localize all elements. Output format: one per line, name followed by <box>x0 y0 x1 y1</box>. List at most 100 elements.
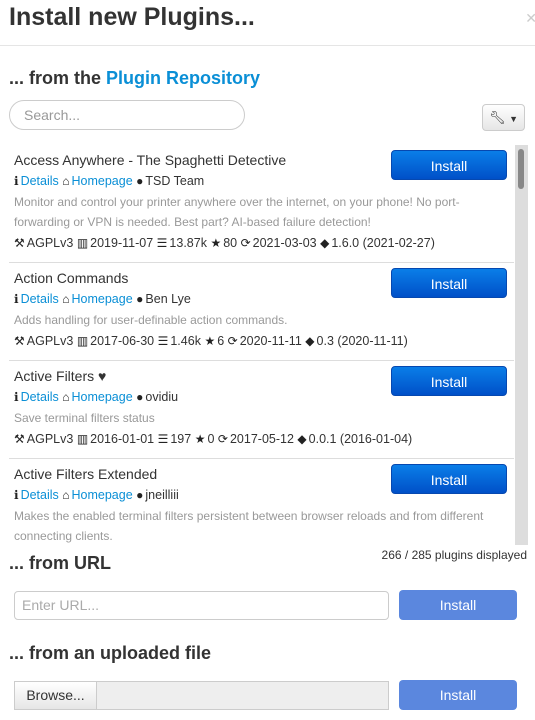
user-icon: ● <box>136 488 144 502</box>
info-icon: ℹ <box>14 488 19 502</box>
home-icon: ⌂ <box>62 488 70 502</box>
meta-created: 2017-06-30 <box>90 334 155 348</box>
install-button[interactable]: Install <box>391 268 507 298</box>
gavel-icon: ⚒ <box>14 432 25 446</box>
info-icon: ℹ <box>14 174 19 188</box>
meta-created: 2019-11-07 <box>90 236 154 250</box>
star-icon: ★ <box>194 432 206 446</box>
author: TSD Team <box>145 174 205 188</box>
author: ovidiu <box>145 390 179 404</box>
downloads-icon: ☰ <box>156 236 168 250</box>
meta-version: 0.3 (2020-11-11) <box>316 334 408 348</box>
tag-icon: ◆ <box>297 432 307 446</box>
meta-created: 2016-01-01 <box>90 432 155 446</box>
calendar-icon: ▥ <box>76 432 89 446</box>
gavel-icon: ⚒ <box>14 334 25 348</box>
repo-heading: ... from the Plugin Repository <box>9 68 260 89</box>
user-icon: ● <box>136 390 144 404</box>
options-dropdown-button[interactable]: 🔧︎ ▼ <box>482 104 525 131</box>
install-button[interactable]: Install <box>391 366 507 396</box>
plugin-repository-link[interactable]: Plugin Repository <box>106 68 260 88</box>
url-heading: ... from URL <box>9 553 111 573</box>
repo-heading-prefix: ... from the <box>9 68 107 88</box>
meta-downloads: 1.46k <box>170 334 201 348</box>
meta-license: AGPLv3 <box>26 236 74 250</box>
scrollbar[interactable] <box>515 145 528 545</box>
homepage-link[interactable]: Homepage <box>72 488 133 502</box>
gavel-icon: ⚒ <box>14 236 25 250</box>
dialog-title: Install new Plugins... <box>9 3 255 31</box>
tag-icon: ◆ <box>305 334 315 348</box>
meta-license: AGPLv3 <box>26 334 74 348</box>
homepage-link[interactable]: Homepage <box>72 292 133 306</box>
info-icon: ℹ <box>14 390 19 404</box>
downloads-icon: ☰ <box>157 334 169 348</box>
meta-version: 0.0.1 (2016-01-04) <box>308 432 413 446</box>
search-input[interactable]: Search... <box>9 100 245 130</box>
plugin-meta: ⚒ AGPLv3 ▥ 2019-11-07 ☰ 13.87k ★ 80 ⟳ 2021-03… <box>14 232 509 254</box>
plugin-name: Action Commands <box>14 270 129 286</box>
author: jneilliii <box>145 488 179 502</box>
plugin-description: Save terminal filters status <box>14 411 155 425</box>
plugin-item: Active Filters Extended ℹ Details ⌂ Homepa… <box>9 459 514 545</box>
browse-button[interactable]: Browse... <box>15 682 97 709</box>
plugin-meta: ⚒ AGPLv3 ▥ 2016-01-01 ☰ 197 ★ 0 ⟳ 2017-05-12 … <box>14 428 509 450</box>
plugin-name: Access Anywhere - The Spaghetti Detectiv… <box>14 152 287 168</box>
star-icon: ★ <box>204 334 216 348</box>
plugin-item: Action Commands ℹ Details ⌂ Homepage ● Ben … <box>9 263 514 361</box>
plugin-meta: ⚒ AGPLv3 ▥ 2017-06-30 ☰ 1.46k ★ 6 ⟳ 2020-11-1… <box>14 330 509 352</box>
calendar-icon: ▥ <box>76 334 89 348</box>
plugin-list: Access Anywhere - The Spaghetti Detectiv… <box>9 145 528 545</box>
file-input[interactable]: Browse... <box>14 681 389 710</box>
scrollbar-thumb[interactable] <box>518 149 524 189</box>
plugin-count: 266 / 285 plugins displayed <box>381 548 527 562</box>
divider <box>0 45 535 46</box>
details-link[interactable]: Details <box>21 292 59 306</box>
meta-downloads: 197 <box>170 432 192 446</box>
plugin-description: Monitor and control your printer anywher… <box>14 195 460 229</box>
meta-stars: 6 <box>217 334 225 348</box>
meta-version: 1.6.0 (2021-02-27) <box>331 236 435 250</box>
home-icon: ⌂ <box>62 292 70 306</box>
refresh-icon: ⟳ <box>227 334 238 348</box>
meta-stars: 0 <box>207 432 215 446</box>
close-icon[interactable]: ✕ <box>525 10 535 27</box>
install-url-button[interactable]: Install <box>399 590 517 620</box>
tag-icon: ◆ <box>320 236 330 250</box>
heartbeat-icon: ♥ <box>98 368 107 384</box>
meta-license: AGPLv3 <box>26 432 74 446</box>
home-icon: ⌂ <box>62 174 70 188</box>
meta-updated: 2021-03-03 <box>252 236 317 250</box>
author: Ben Lye <box>145 292 191 306</box>
plugin-item: Active Filters ♥ ℹ Details ⌂ Homepage ● ovi… <box>9 361 514 459</box>
user-icon: ● <box>136 292 144 306</box>
user-icon: ● <box>136 174 144 188</box>
refresh-icon: ⟳ <box>217 432 228 446</box>
plugin-description: Makes the enabled terminal filters persi… <box>14 509 484 543</box>
meta-updated: 2017-05-12 <box>229 432 294 446</box>
downloads-icon: ☰ <box>157 432 169 446</box>
install-button[interactable]: Install <box>391 150 507 180</box>
plugin-item: Access Anywhere - The Spaghetti Detectiv… <box>9 145 514 263</box>
homepage-link[interactable]: Homepage <box>72 174 133 188</box>
details-link[interactable]: Details <box>21 488 59 502</box>
caret-down-icon: ▼ <box>509 114 519 124</box>
plugin-name: Active Filters Extended <box>14 466 158 482</box>
info-icon: ℹ <box>14 292 19 306</box>
plugin-name: Active Filters <box>14 368 95 384</box>
install-file-button[interactable]: Install <box>399 680 517 710</box>
wrench-icon: 🔧︎ <box>488 110 506 125</box>
plugin-description: Adds handling for user-definable action … <box>14 313 288 327</box>
url-input[interactable]: Enter URL... <box>14 591 389 620</box>
homepage-link[interactable]: Homepage <box>72 390 133 404</box>
home-icon: ⌂ <box>62 390 70 404</box>
details-link[interactable]: Details <box>21 174 59 188</box>
calendar-icon: ▥ <box>76 236 89 250</box>
meta-stars: 80 <box>223 236 238 250</box>
meta-updated: 2020-11-11 <box>239 334 302 348</box>
star-icon: ★ <box>210 236 222 250</box>
file-heading: ... from an uploaded file <box>9 643 212 663</box>
details-link[interactable]: Details <box>21 390 59 404</box>
install-button[interactable]: Install <box>391 464 507 494</box>
refresh-icon: ⟳ <box>240 236 251 250</box>
